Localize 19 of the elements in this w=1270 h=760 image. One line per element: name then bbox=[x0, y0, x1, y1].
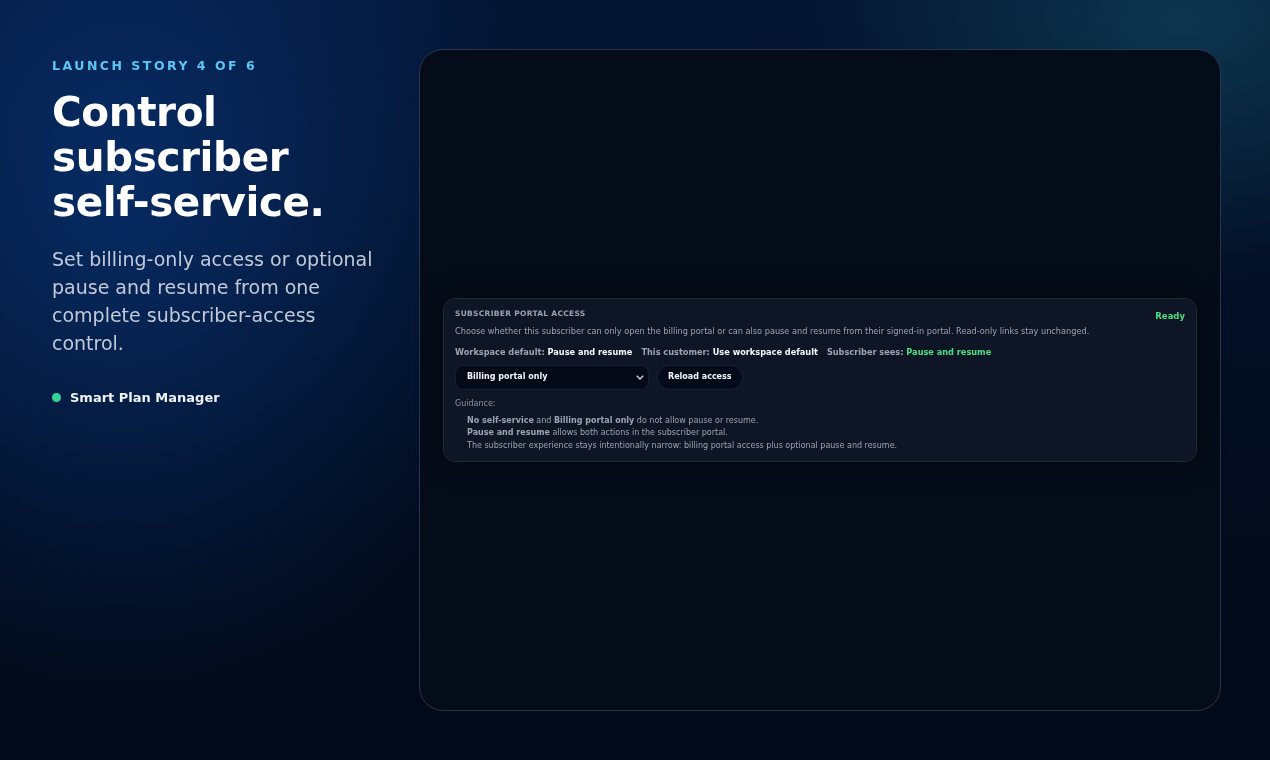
chevron-down-icon bbox=[636, 374, 644, 380]
headline: Control subscriber self-service. bbox=[52, 90, 326, 225]
fact-value: Use workspace default bbox=[712, 346, 818, 357]
fact-value: Pause and resume bbox=[906, 346, 992, 357]
panel-description: Choose whether this subscriber can only open the billing portal or can also pause and resume from their signed-in portal. Read-only links stay unchanged. bbox=[455, 324, 1091, 337]
fact-value: Pause and resume bbox=[547, 346, 633, 357]
access-select[interactable]: Billing portal only bbox=[455, 364, 649, 390]
guidance-label: Guidance: bbox=[455, 397, 497, 410]
brand-name: Smart Plan Manager bbox=[70, 389, 220, 407]
fact-label: This customer: bbox=[641, 346, 710, 357]
fact-label: Workspace default: bbox=[455, 346, 545, 357]
fact-label: Subscriber sees: bbox=[826, 346, 904, 357]
eyebrow-text: LAUNCH STORY 4 OF 6 bbox=[52, 58, 259, 73]
summary-text: Set billing-only access or optional pause and resume from one complete subscriber-access control. bbox=[52, 247, 374, 356]
guidance-text: No self-service and Billing portal only do not allow pause or resume. bbox=[467, 414, 760, 427]
status-text: Ready bbox=[1155, 310, 1185, 322]
guidance-text: The subscriber experience stays intentionally narrow: billing portal access plus optional pause and resume. bbox=[467, 439, 899, 452]
guidance-text: Pause and resume allows both actions in the subscriber portal. bbox=[467, 427, 729, 440]
reload-button[interactable]: Reload access bbox=[657, 364, 743, 390]
